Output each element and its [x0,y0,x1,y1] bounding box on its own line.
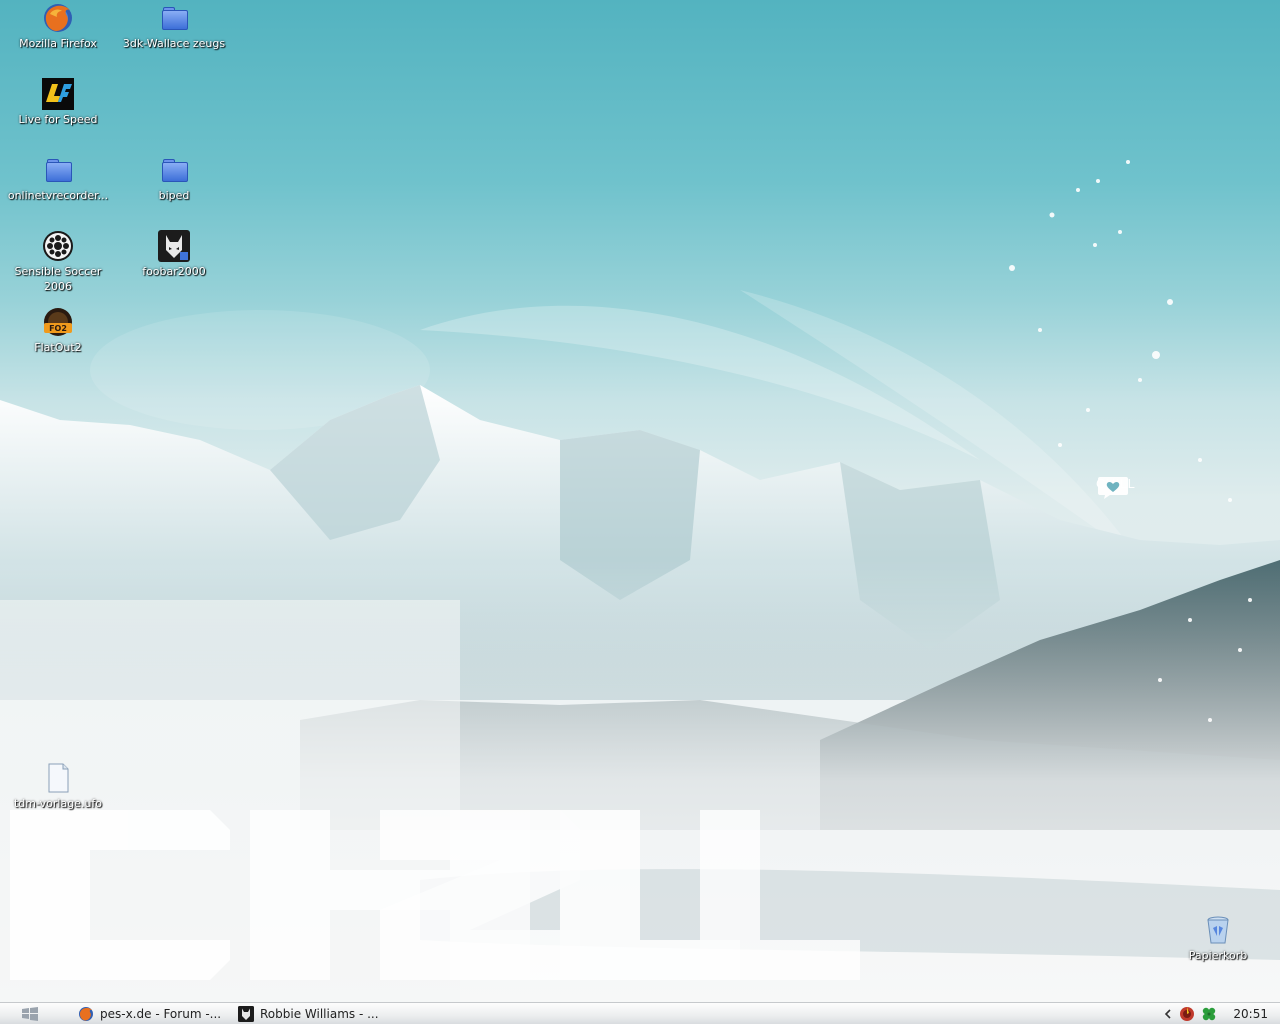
tray-app-icon[interactable] [1179,1006,1195,1022]
desktop-icon-live-for-speed[interactable]: Live for Speed [2,78,114,127]
firefox-icon [42,2,74,34]
chevron-left-icon[interactable] [1163,1008,1173,1020]
icon-label: Live for Speed [18,113,98,126]
folder-icon [158,154,190,186]
start-button[interactable] [0,1003,60,1024]
sensible-soccer-icon [42,230,74,262]
taskbar-button-label: Robbie Williams - ... [260,1006,379,1021]
folder-icon [158,2,190,34]
icon-label: Mozilla Firefox [19,37,97,50]
icon-label: FlatOut2 [34,341,82,354]
foobar2000-icon [158,230,190,262]
desktop-wallpaper: CHILL [0,0,1280,1002]
icon-label: Sensible Soccer 2006 [14,265,102,293]
recycle-bin-icon [1202,914,1234,946]
desktop-icon-tdm-vorlage-file[interactable]: tdm-vorlage.ufo [2,762,114,811]
foobar2000-icon [238,1005,254,1022]
firefox-icon [79,1006,93,1021]
system-tray: 20:51 [1163,1003,1280,1024]
svg-text:FO2: FO2 [49,324,67,333]
desktop-icon-biped-folder[interactable]: biped [118,154,230,203]
taskbar: pes-x.de - Forum -... Robbie Williams - … [0,1002,1280,1024]
desktop-icon-firefox[interactable]: Mozilla Firefox [2,2,114,51]
taskbar-button-firefox[interactable]: pes-x.de - Forum -... [74,1004,230,1023]
icon-label: onlinetvrecorder... [7,189,109,202]
desktop-icon-foobar2000[interactable]: foobar2000 [118,230,230,279]
heart-speech-bubble-icon [1098,477,1128,499]
clover-icon[interactable] [1201,1006,1217,1022]
folder-icon [42,154,74,186]
desktop-icon-3dk-wallace-folder[interactable]: 3dk-Wallace zeugs [118,2,230,51]
desktop-icon-recycle-bin[interactable]: Papierkorb [1162,914,1274,963]
taskbar-button-foobar2000[interactable]: Robbie Williams - ... [234,1004,390,1023]
mountain-landscape [0,160,1280,1002]
live-for-speed-icon [42,78,74,110]
icon-label: foobar2000 [142,265,206,278]
windows-logo-icon [22,1006,38,1021]
icon-label: biped [158,189,190,202]
icon-label: 3dk-Wallace zeugs [122,37,226,50]
desktop-icon-onlinetvrecorder-folder[interactable]: onlinetvrecorder... [2,154,114,203]
desktop-icon-flatout2[interactable]: FO2 FlatOut2 [2,306,114,355]
desktop-icon-sensible-soccer[interactable]: Sensible Soccer 2006 [2,230,114,294]
icon-label: tdm-vorlage.ufo [13,797,103,810]
document-icon [42,762,74,794]
icon-label: Papierkorb [1188,949,1248,962]
clock[interactable]: 20:51 [1233,1007,1268,1021]
chill-badge: CHILL [1096,476,1135,499]
taskbar-button-label: pes-x.de - Forum -... [100,1006,222,1021]
flatout2-icon: FO2 [42,306,74,338]
